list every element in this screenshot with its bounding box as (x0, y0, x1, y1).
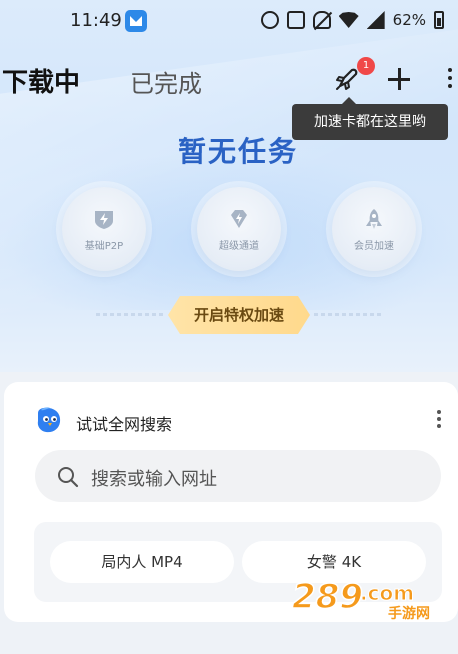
divider-decoration (96, 313, 164, 316)
enable-boost-button[interactable]: 开启特权加速 (168, 296, 310, 334)
suggestion-chip[interactable]: 局内人 MP4 (50, 541, 234, 583)
watermark-suffix: .com (360, 581, 414, 605)
alarm-icon (260, 11, 279, 29)
search-card-title: 试试全网搜索 (76, 415, 173, 434)
mute-icon (312, 11, 331, 29)
search-input[interactable]: 搜索或输入网址 (35, 450, 441, 502)
watermark-logo: 289 .com 手游网 (290, 572, 450, 622)
wifi-icon (338, 12, 359, 28)
search-icon (58, 467, 79, 488)
feature-vip-boost[interactable]: 会员加速 (332, 187, 416, 271)
lightning-shield-icon (95, 211, 113, 229)
app-notification-icon (125, 10, 147, 32)
notification-badge: 1 (357, 57, 375, 75)
status-time: 11:49 (70, 10, 122, 31)
card-more-icon[interactable] (436, 410, 442, 432)
divider-decoration (314, 313, 382, 316)
add-task-button[interactable] (384, 64, 414, 94)
tab-downloading[interactable]: 下载中 (2, 62, 80, 99)
more-menu-icon[interactable] (444, 68, 456, 94)
feature-basic-p2p[interactable]: 基础P2P (62, 187, 146, 271)
feature-label: 基础P2P (84, 241, 124, 252)
signal-icon: 4G (366, 11, 385, 29)
rocket-icon (366, 209, 382, 229)
status-bar: 11:49 4G 62% (0, 0, 458, 44)
watermark-brand: 289 (292, 577, 363, 617)
boost-card-tooltip: 加速卡都在这里哟 (292, 97, 448, 140)
tab-completed[interactable]: 已完成 (130, 64, 202, 99)
status-icons: 4G 62% (260, 11, 444, 29)
feature-super-channel[interactable]: 超级通道 (197, 187, 281, 271)
lightning-diamond-icon (231, 210, 247, 228)
feature-label: 超级通道 (219, 241, 259, 252)
volte-icon (286, 11, 305, 29)
bird-logo-icon (37, 407, 61, 433)
search-placeholder: 搜索或输入网址 (91, 469, 217, 490)
battery-percent: 62% (392, 11, 426, 29)
watermark-sub: 手游网 (388, 605, 430, 622)
battery-icon (434, 11, 444, 29)
feature-label: 会员加速 (354, 241, 394, 252)
